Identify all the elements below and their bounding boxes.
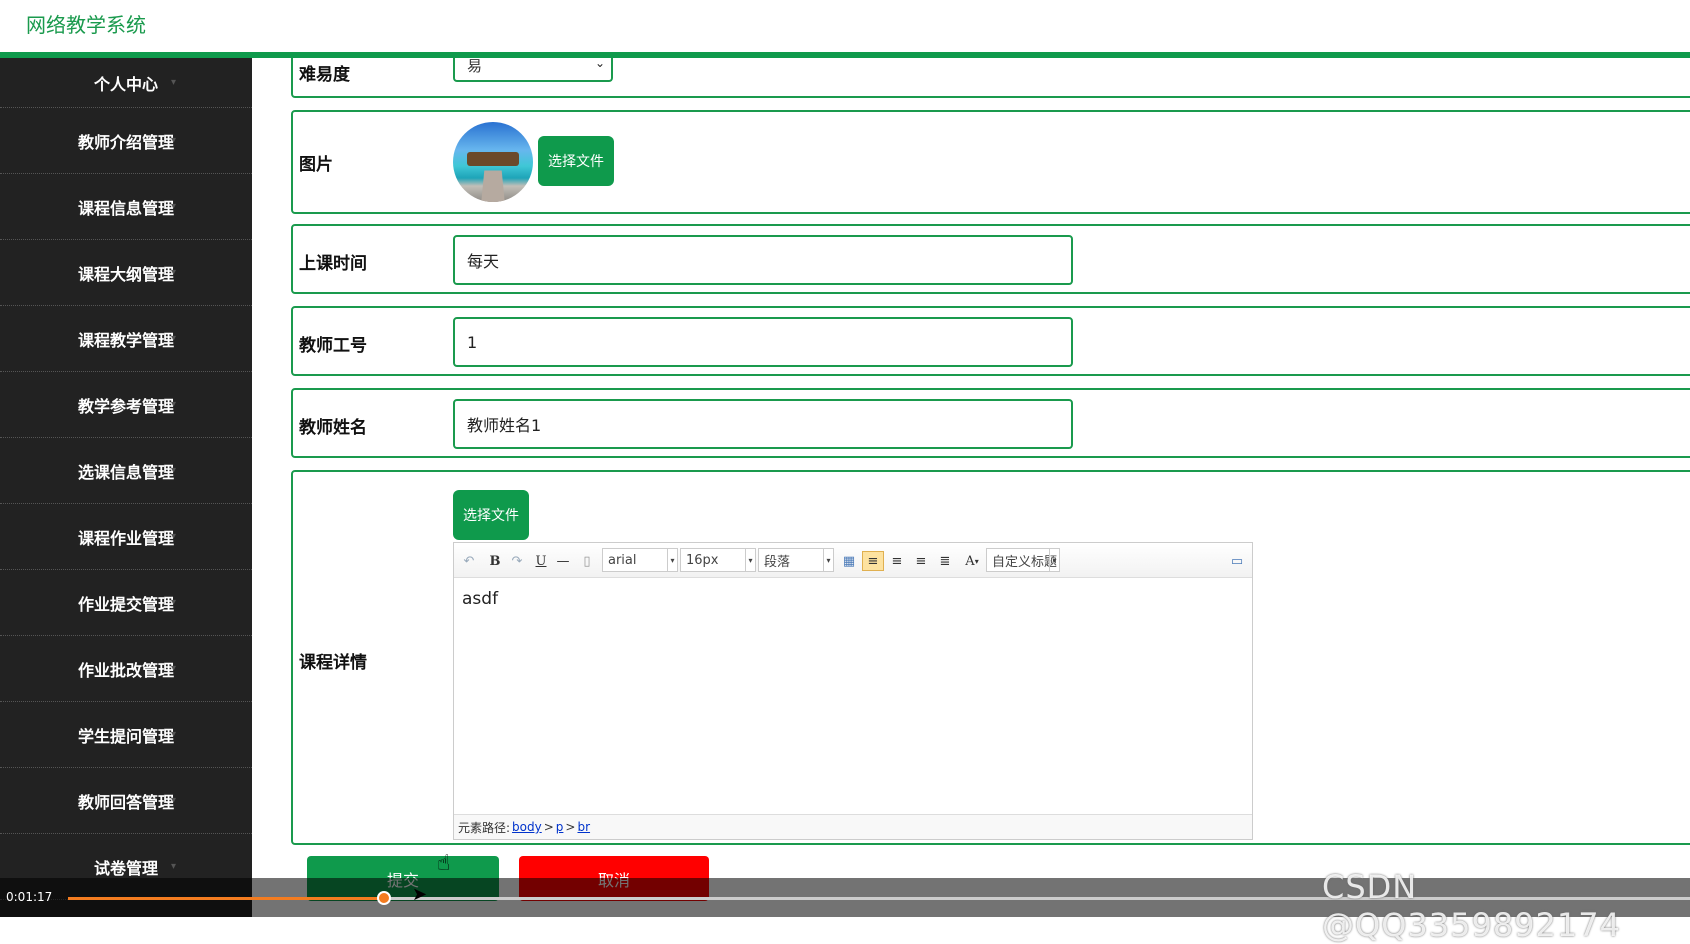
- form-row-difficulty: 难易度 易 ⌄: [291, 58, 1690, 98]
- class-time-label: 上课时间: [299, 254, 367, 274]
- teacher-name-label: 教师姓名: [299, 418, 367, 438]
- sidebar-item-teacher-intro[interactable]: 教师介绍管理 ▾: [0, 108, 252, 174]
- sidebar-item-homework-grading[interactable]: 作业批改管理 ▾: [0, 636, 252, 702]
- align-right-icon[interactable]: ≡: [888, 551, 906, 571]
- chevron-down-icon: ▾: [170, 201, 176, 212]
- horizontal-rule-icon[interactable]: —: [554, 551, 572, 571]
- chevron-down-icon: ⌄: [594, 58, 605, 70]
- align-center-icon[interactable]: ≡: [912, 551, 930, 571]
- bold-icon[interactable]: B: [486, 551, 504, 571]
- align-justify-icon[interactable]: ≣: [936, 551, 954, 571]
- align-left-icon[interactable]: ≡: [862, 551, 884, 571]
- form-row-class-time: 上课时间 每天: [291, 224, 1690, 294]
- hand-cursor-icon: ☝: [437, 851, 451, 876]
- video-time: 0:01:17: [6, 890, 53, 904]
- difficulty-select[interactable]: 易 ⌄: [453, 58, 613, 82]
- watermark: CSDN @QQ3359892174: [1322, 868, 1621, 944]
- teacher-name-input[interactable]: 教师姓名1: [453, 399, 1073, 449]
- sidebar-item-course-info[interactable]: 课程信息管理 ▾: [0, 174, 252, 240]
- underline-icon[interactable]: U: [532, 551, 550, 571]
- chevron-down-icon: ▾: [170, 77, 176, 88]
- class-time-input[interactable]: 每天: [453, 235, 1073, 285]
- chevron-down-icon: ▾: [170, 729, 176, 740]
- form-row-image: 图片 选择文件: [291, 110, 1690, 214]
- chevron-down-icon: ▾: [170, 531, 176, 542]
- editor-toolbar: ↶ B ↷ U — ▯ arial▾ 16px▾ 段落▾ ▦ ≡ ≡ ≡: [454, 543, 1252, 578]
- chevron-down-icon: ▾: [170, 663, 176, 674]
- form-row-teacher-name: 教师姓名 教师姓名1: [291, 388, 1690, 458]
- chevron-down-icon: ▾: [170, 795, 176, 806]
- preview-icon[interactable]: ▭: [1228, 551, 1246, 571]
- paragraph-select[interactable]: 段落 ▾: [758, 548, 834, 572]
- chevron-down-icon: ▾: [170, 465, 176, 476]
- font-family-select[interactable]: arial ▾: [602, 548, 678, 572]
- sidebar-item-homework-submit[interactable]: 作业提交管理 ▾: [0, 570, 252, 636]
- sidebar-item-profile[interactable]: 个人中心 ▾: [0, 58, 252, 108]
- teacher-id-input[interactable]: 1: [453, 317, 1073, 367]
- form-row-details: 课程详情 选择文件 ↶ B ↷ U — ▯ arial ▾ 16px ▾ 段落 ▾ ▦: [291, 470, 1690, 845]
- arrow-cursor-icon: ➤: [412, 884, 428, 905]
- image-label: 图片: [299, 155, 333, 175]
- main-form: 难易度 易 ⌄ 图片 选择文件 上课时间 每天 教师工号 1 教师姓名 教师姓名…: [252, 58, 1690, 917]
- chevron-down-icon: ▾: [170, 333, 176, 344]
- sidebar-item-course-outline[interactable]: 课程大纲管理 ▾: [0, 240, 252, 306]
- table-icon[interactable]: ▦: [840, 551, 858, 571]
- sidebar: 个人中心 ▾ 教师介绍管理 ▾ 课程信息管理 ▾ 课程大纲管理 ▾ 课程教学管理 ▾ 教学…: [0, 58, 252, 917]
- editor-content[interactable]: asdf: [462, 589, 498, 609]
- sidebar-item-course-selection[interactable]: 选课信息管理 ▾: [0, 438, 252, 504]
- dropdown-arrow-icon: ▾: [1049, 549, 1059, 571]
- path-body-link[interactable]: body: [512, 820, 542, 834]
- app-title: 网络教学系统: [26, 13, 146, 37]
- teacher-id-label: 教师工号: [299, 336, 367, 356]
- custom-title-select[interactable]: 自定义标题 ▾: [986, 548, 1060, 572]
- editor-element-path: 元素路径: body > p > br: [454, 814, 1252, 839]
- difficulty-label: 难易度: [299, 65, 350, 85]
- dropdown-arrow-icon: ▾: [823, 549, 833, 571]
- path-br-link[interactable]: br: [577, 820, 590, 834]
- sidebar-item-student-questions[interactable]: 学生提问管理 ▾: [0, 702, 252, 768]
- choose-file-button[interactable]: 选择文件: [453, 490, 529, 540]
- chevron-down-icon: ▾: [170, 267, 176, 278]
- choose-image-button[interactable]: 选择文件: [538, 136, 614, 186]
- chevron-down-icon: ▾: [170, 399, 176, 410]
- sidebar-item-teacher-answers[interactable]: 教师回答管理 ▾: [0, 768, 252, 834]
- sidebar-item-teaching-reference[interactable]: 教学参考管理 ▾: [0, 372, 252, 438]
- chevron-down-icon: ▾: [170, 597, 176, 608]
- redo-icon[interactable]: ↷: [508, 551, 526, 571]
- path-p-link[interactable]: p: [556, 820, 564, 834]
- font-size-select[interactable]: 16px ▾: [680, 548, 756, 572]
- dropdown-arrow-icon: ▾: [745, 549, 755, 571]
- rich-text-editor: ↶ B ↷ U — ▯ arial▾ 16px▾ 段落▾ ▦ ≡ ≡ ≡: [453, 542, 1253, 840]
- form-row-teacher-id: 教师工号 1: [291, 306, 1690, 376]
- sidebar-item-course-teaching[interactable]: 课程教学管理 ▾: [0, 306, 252, 372]
- font-color-icon[interactable]: A ▾: [960, 551, 984, 571]
- video-progress: [68, 897, 385, 900]
- undo-icon[interactable]: ↶: [460, 551, 478, 571]
- sidebar-item-homework[interactable]: 课程作业管理 ▾: [0, 504, 252, 570]
- dropdown-arrow-icon: ▾: [667, 549, 677, 571]
- video-scrubber-handle[interactable]: [377, 891, 392, 905]
- image-preview: [453, 122, 533, 202]
- chevron-down-icon: ▾: [170, 135, 176, 146]
- top-bar: 网络教学系统: [0, 0, 1690, 52]
- page-icon[interactable]: ▯: [578, 551, 596, 571]
- details-label: 课程详情: [299, 653, 367, 673]
- chevron-down-icon: ▾: [170, 861, 176, 872]
